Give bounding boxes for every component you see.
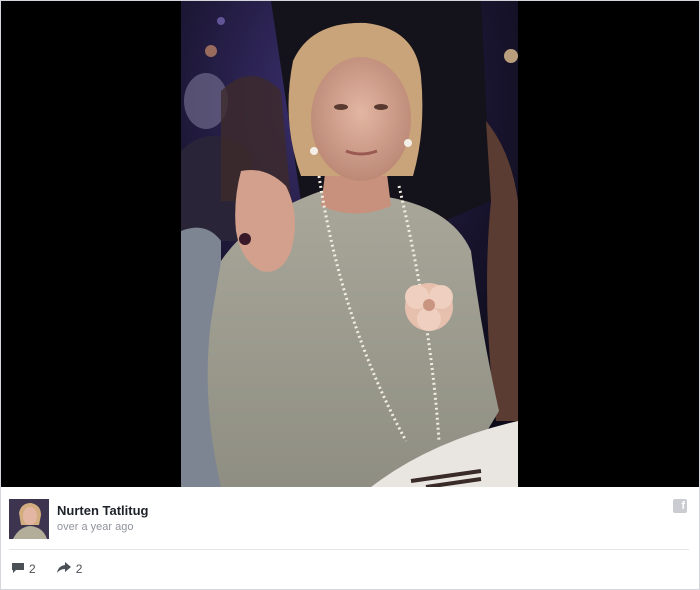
comment-icon — [11, 562, 29, 577]
post-actions: 2 2 — [11, 561, 102, 577]
comment-count: 2 — [29, 562, 36, 576]
comment-button[interactable]: 2 — [11, 562, 36, 577]
author-name[interactable]: Nurten Tatlitug — [57, 503, 148, 519]
post-footer: Nurten Tatlitug over a year ago f 2 2 — [1, 487, 699, 589]
post-photo[interactable] — [181, 1, 518, 487]
divider — [9, 549, 689, 550]
share-icon — [56, 561, 76, 577]
avatar[interactable] — [9, 499, 49, 539]
post-card: Nurten Tatlitug over a year ago f 2 2 — [0, 0, 700, 590]
share-count: 2 — [75, 562, 83, 576]
facebook-icon[interactable]: f — [673, 499, 687, 513]
photo-viewer[interactable] — [1, 1, 699, 487]
author-row: Nurten Tatlitug over a year ago — [9, 499, 148, 539]
post-timestamp[interactable]: over a year ago — [57, 519, 148, 535]
share-button[interactable]: 2 — [56, 561, 83, 577]
